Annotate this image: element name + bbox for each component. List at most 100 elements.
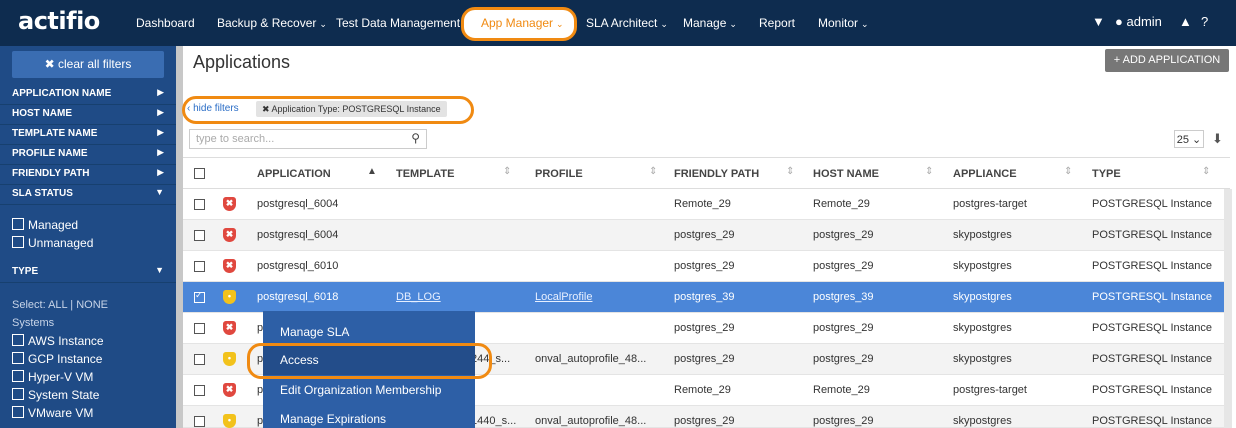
filter-host-name[interactable]: HOST NAME ▶ xyxy=(0,104,176,125)
cell-template-link[interactable]: DB_LOG xyxy=(396,291,441,303)
nav-dashboard[interactable]: Dashboard xyxy=(136,16,195,30)
cell-appliance: skypostgres xyxy=(953,322,1012,334)
table-row[interactable]: ✖ postgresql_6004 postgres_29 postgres_2… xyxy=(183,220,1230,251)
filter-friendly-path[interactable]: FRIENDLY PATH ▶ xyxy=(0,164,176,185)
menu-item-manage-sla[interactable]: Manage SLA xyxy=(280,325,349,339)
cell-type: POSTGRESQL Instance xyxy=(1092,384,1213,396)
cell-friendly-path: Remote_29 xyxy=(674,198,731,210)
row-checkbox[interactable] xyxy=(194,230,205,241)
user-icon: ● xyxy=(1115,14,1123,29)
row-checkbox[interactable] xyxy=(194,385,205,396)
row-checkbox[interactable] xyxy=(194,261,205,272)
nav-report[interactable]: Report xyxy=(759,16,795,30)
sidebar-scrollbar[interactable] xyxy=(176,46,183,428)
menu-item-edit-organization-membership[interactable]: Edit Organization Membership xyxy=(280,383,441,397)
cell-host-name: postgres_29 xyxy=(813,353,874,365)
actifio-logo[interactable]: actifio xyxy=(18,7,100,35)
filter-icon[interactable]: ▼ xyxy=(1092,14,1105,29)
column-header-template[interactable]: TEMPLATE xyxy=(396,168,454,180)
filter-sla-status[interactable]: SLA STATUS ▼ xyxy=(0,184,176,205)
nav-app-manager[interactable]: App Manager ⌄ xyxy=(481,16,564,30)
sort-icon[interactable]: ⇕ xyxy=(649,166,657,177)
chevron-down-icon: ⌄ xyxy=(729,19,737,29)
cell-host-name: Remote_29 xyxy=(813,384,870,396)
menu-item-manage-expirations[interactable]: Manage Expirations xyxy=(280,412,386,426)
cell-appliance: skypostgres xyxy=(953,415,1012,427)
checkbox-icon xyxy=(12,370,24,382)
table-row-selected[interactable]: • postgresql_6018 DB_LOG LocalProfile po… xyxy=(183,282,1230,313)
hide-filters-link[interactable]: ‹ hide filters xyxy=(187,103,239,114)
bell-icon[interactable]: ▲ xyxy=(1179,14,1192,29)
sort-icon[interactable]: ⇕ xyxy=(1064,166,1072,177)
sort-icon[interactable]: ⇕ xyxy=(503,166,511,177)
sla-unmanaged-checkbox[interactable]: Unmanaged xyxy=(12,236,93,250)
type-gcp-instance-checkbox[interactable]: GCP Instance xyxy=(12,352,102,366)
cell-friendly-path: postgres_29 xyxy=(674,415,735,427)
filter-profile-name[interactable]: PROFILE NAME ▶ xyxy=(0,144,176,165)
chevron-right-icon: ▶ xyxy=(157,147,164,157)
cell-type: POSTGRESQL Instance xyxy=(1092,198,1213,210)
cell-type: POSTGRESQL Instance xyxy=(1092,322,1213,334)
column-header-host-name[interactable]: HOST NAME xyxy=(813,168,879,180)
column-header-appliance[interactable]: APPLIANCE xyxy=(953,168,1017,180)
filter-template-name[interactable]: TEMPLATE NAME ▶ xyxy=(0,124,176,145)
cell-host-name: postgres_29 xyxy=(813,415,874,427)
sort-icon[interactable]: ⇕ xyxy=(1202,166,1210,177)
row-checkbox[interactable] xyxy=(194,416,205,427)
search-field[interactable]: ⚲ xyxy=(189,129,427,149)
user-menu[interactable]: ● admin xyxy=(1115,14,1162,29)
active-filter-chip[interactable]: ✖ Application Type: POSTGRESQL Instance xyxy=(256,101,447,117)
column-header-type[interactable]: TYPE xyxy=(1092,168,1121,180)
cell-appliance: skypostgres xyxy=(953,229,1012,241)
cell-profile-link[interactable]: LocalProfile xyxy=(535,291,592,303)
type-aws-instance-checkbox[interactable]: AWS Instance xyxy=(12,334,104,348)
nav-test-data-management[interactable]: Test Data Management ⌄ xyxy=(336,16,471,30)
column-header-application[interactable]: APPLICATION xyxy=(257,168,331,180)
nav-backup-recover[interactable]: Backup & Recover ⌄ xyxy=(217,16,327,30)
chevron-right-icon: ▶ xyxy=(157,167,164,177)
column-header-profile[interactable]: PROFILE xyxy=(535,168,583,180)
sort-icon[interactable]: ⇕ xyxy=(925,166,933,177)
table-row[interactable]: ✖ postgresql_6010 postgres_29 postgres_2… xyxy=(183,251,1230,282)
row-checkbox[interactable] xyxy=(194,290,205,303)
filter-label: FRIENDLY PATH xyxy=(12,168,90,179)
cell-application: postgresql_6010 xyxy=(257,260,339,272)
cell-friendly-path: postgres_29 xyxy=(674,353,735,365)
column-header-friendly-path[interactable]: FRIENDLY PATH xyxy=(674,168,759,180)
cell-appliance: postgres-target xyxy=(953,384,1027,396)
sort-icon[interactable]: ▲ xyxy=(367,166,377,177)
type-hyperv-vm-checkbox[interactable]: Hyper-V VM xyxy=(12,370,93,384)
select-all-none[interactable]: Select: ALL | NONE xyxy=(12,299,108,311)
sort-icon[interactable]: ⇕ xyxy=(786,166,794,177)
table-scrollbar[interactable] xyxy=(1224,189,1232,428)
nav-label: Monitor xyxy=(818,16,859,30)
nav-manage[interactable]: Manage ⌄ xyxy=(683,16,737,30)
select-all-checkbox[interactable] xyxy=(194,168,205,179)
help-icon[interactable]: ? xyxy=(1201,14,1208,29)
sla-managed-checkbox[interactable]: Managed xyxy=(12,218,78,232)
filter-type[interactable]: TYPE ▼ xyxy=(0,260,176,283)
filter-application-name[interactable]: APPLICATION NAME ▶ xyxy=(0,84,176,105)
cell-type: POSTGRESQL Instance xyxy=(1092,229,1213,241)
type-vmware-vm-checkbox[interactable]: VMware VM xyxy=(12,406,93,420)
table-row[interactable]: ✖ postgresql_6004 Remote_29 Remote_29 po… xyxy=(183,189,1230,220)
type-system-state-checkbox[interactable]: System State xyxy=(12,388,99,402)
access-highlight xyxy=(247,343,492,379)
add-application-button[interactable]: + ADD APPLICATION xyxy=(1105,49,1229,72)
row-checkbox[interactable] xyxy=(194,354,205,365)
cell-friendly-path: postgres_29 xyxy=(674,322,735,334)
cell-friendly-path: postgres_39 xyxy=(674,291,735,303)
filter-label: PROFILE NAME xyxy=(12,148,88,159)
search-input[interactable] xyxy=(194,132,398,146)
checkbox-label: Hyper-V VM xyxy=(28,370,94,384)
page-size-select[interactable]: 25 ⌄ xyxy=(1174,130,1204,148)
nav-monitor[interactable]: Monitor ⌄ xyxy=(818,16,869,30)
nav-sla-architect[interactable]: SLA Architect ⌄ xyxy=(586,16,668,30)
row-checkbox[interactable] xyxy=(194,323,205,334)
download-icon[interactable]: ⬇ xyxy=(1212,131,1223,147)
row-checkbox[interactable] xyxy=(194,199,205,210)
table-header: APPLICATION ▲ TEMPLATE ⇕ PROFILE ⇕ FRIEN… xyxy=(183,157,1230,189)
search-icon[interactable]: ⚲ xyxy=(411,131,420,145)
clear-all-filters-button[interactable]: ✖ clear all filters xyxy=(12,51,164,78)
cell-application: postgresql_6004 xyxy=(257,229,339,241)
